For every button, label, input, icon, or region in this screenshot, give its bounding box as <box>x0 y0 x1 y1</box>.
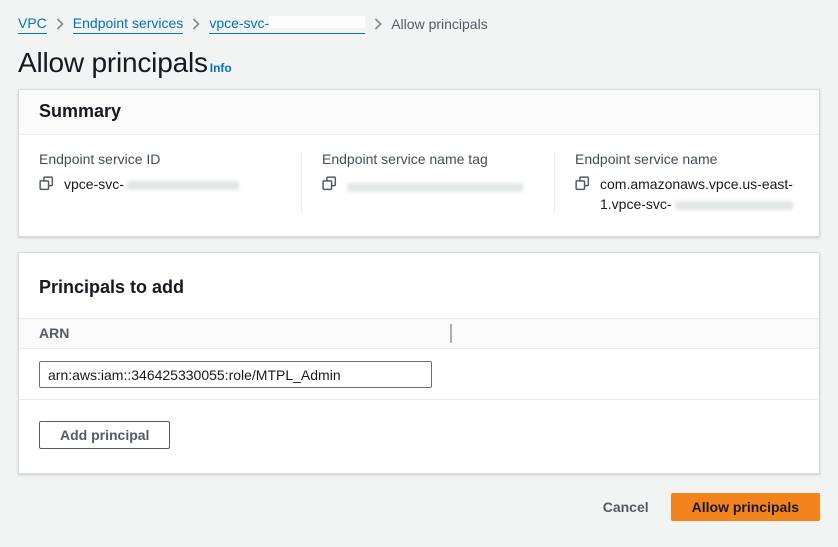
value-text <box>347 174 523 194</box>
principals-title: Principals to add <box>39 277 799 298</box>
field-label: Endpoint service name tag <box>322 151 534 167</box>
column-divider <box>450 324 452 343</box>
summary-card-body: Endpoint service ID vpce-svc- Endpoint s… <box>19 135 819 236</box>
breadcrumb-service-id-text: vpce-svc- <box>209 15 269 31</box>
page-title: Allow principals <box>18 47 208 79</box>
summary-card-header: Summary <box>19 90 819 135</box>
summary-field-endpoint-service-name: Endpoint service name com.amazonaws.vpce… <box>554 151 819 214</box>
breadcrumb-link-vpc[interactable]: VPC <box>18 13 47 34</box>
principals-card-footer: Add principal <box>19 400 819 473</box>
arn-column-header: ARN <box>19 318 819 349</box>
field-label: Endpoint service name <box>575 151 799 167</box>
summary-field-endpoint-service-id: Endpoint service ID vpce-svc- <box>19 151 301 214</box>
redacted-text <box>127 181 239 190</box>
page-title-row: Allow principals Info <box>18 47 820 79</box>
chevron-right-icon <box>374 18 382 30</box>
summary-card: Summary Endpoint service ID vpce-svc- En… <box>18 89 820 237</box>
redacted-text <box>347 183 523 192</box>
breadcrumb-link-endpoint-service-id[interactable]: vpce-svc- <box>209 13 365 34</box>
chevron-right-icon <box>56 18 64 30</box>
breadcrumb: VPC Endpoint services vpce-svc- Allow pr… <box>18 13 820 34</box>
summary-title: Summary <box>39 101 799 122</box>
copy-icon[interactable] <box>322 176 337 194</box>
allow-principals-page: VPC Endpoint services vpce-svc- Allow pr… <box>0 13 838 521</box>
cancel-button[interactable]: Cancel <box>603 494 649 520</box>
summary-field-endpoint-service-name-tag: Endpoint service name tag <box>301 151 554 214</box>
arn-input-row <box>19 349 819 400</box>
arn-column-label: ARN <box>39 325 69 341</box>
principals-to-add-card: Principals to add ARN Add principal <box>18 252 820 474</box>
field-value <box>322 174 534 194</box>
value-text: vpce-svc- <box>64 174 239 194</box>
redacted-text <box>269 16 365 28</box>
arn-input[interactable] <box>39 361 432 388</box>
chevron-right-icon <box>192 18 200 30</box>
page-actions: Cancel Allow principals <box>18 493 820 521</box>
info-link[interactable]: Info <box>210 61 232 75</box>
value-text: com.amazonaws.vpce.us-east-1.vpce-svc- <box>600 174 799 214</box>
allow-principals-button[interactable]: Allow principals <box>671 493 820 521</box>
breadcrumb-current: Allow principals <box>391 14 487 34</box>
field-label: Endpoint service ID <box>39 151 281 167</box>
add-principal-button[interactable]: Add principal <box>39 421 170 449</box>
field-value: vpce-svc- <box>39 174 281 194</box>
copy-icon[interactable] <box>39 176 54 194</box>
copy-icon[interactable] <box>575 176 590 194</box>
redacted-text <box>675 201 793 210</box>
field-value: com.amazonaws.vpce.us-east-1.vpce-svc- <box>575 174 799 214</box>
breadcrumb-link-endpoint-services[interactable]: Endpoint services <box>73 13 184 34</box>
principals-card-header: Principals to add <box>19 253 819 318</box>
